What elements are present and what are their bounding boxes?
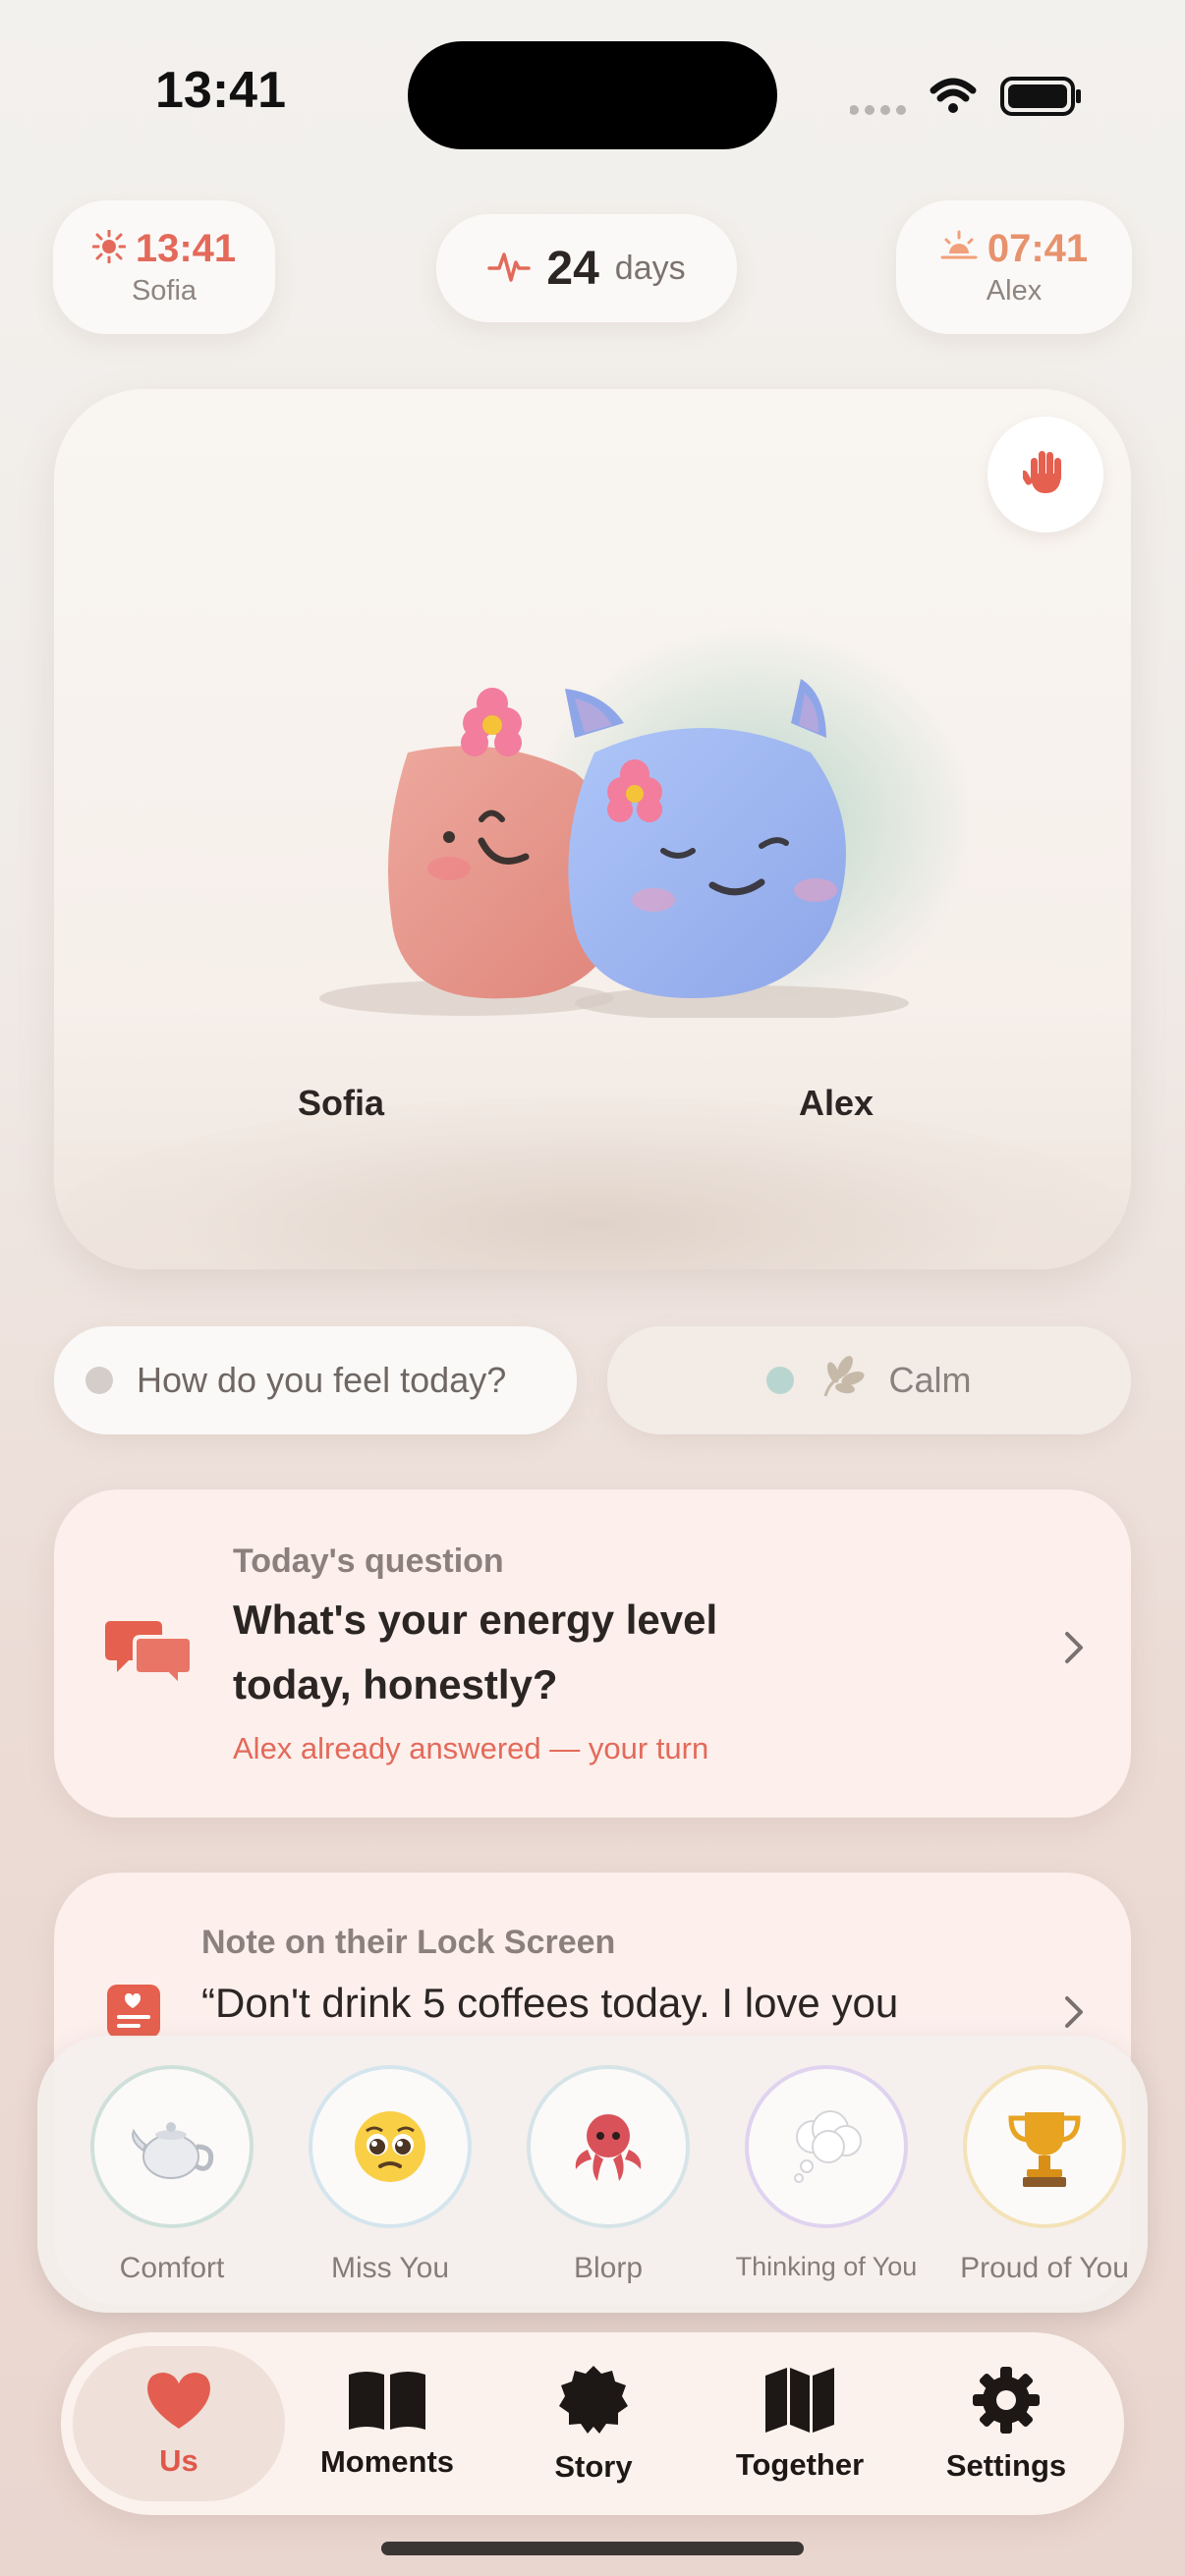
heartbeat-icon [487, 247, 532, 291]
heart-icon [144, 2370, 213, 2436]
chevron-right-icon [1061, 1625, 1087, 1679]
tab-story[interactable]: Story [487, 2346, 700, 2501]
question-title-line-2: today, honestly? [233, 1661, 558, 1708]
home-indicator[interactable] [381, 2542, 804, 2555]
tab-settings-label: Settings [945, 2447, 1067, 2483]
cellular-signal-icon [849, 105, 906, 115]
tab-settings[interactable]: Settings [900, 2346, 1112, 2501]
alex-time: 07:41 [987, 227, 1089, 270]
couple-hero-card[interactable]: Sofia Alex [54, 389, 1131, 1269]
tab-together[interactable]: Together [694, 2346, 906, 2501]
days-together-counter[interactable]: 24 days [436, 214, 737, 322]
sun-icon [91, 229, 127, 268]
hero-sofia-label: Sofia [298, 1083, 385, 1123]
leaf-icon [816, 1353, 867, 1409]
hand-wave-icon [1020, 448, 1068, 502]
sofia-time: 13:41 [135, 227, 237, 270]
note-text: “Don't drink 5 coffees today. I love you [201, 1980, 899, 2026]
sofia-local-time[interactable]: 13:41 Sofia [53, 200, 275, 334]
hero-floor-shadow [54, 1096, 1131, 1269]
reaction-comfort-label: Comfort [119, 2252, 225, 2284]
tab-story-label: Story [554, 2448, 633, 2484]
teapot-icon [90, 2065, 254, 2228]
question-kicker: Today's question [233, 1542, 504, 1580]
trophy-icon [963, 2065, 1126, 2228]
map-icon [763, 2366, 836, 2439]
reaction-miss-you[interactable]: Miss You [281, 2065, 499, 2285]
days-count: 24 [546, 242, 599, 295]
reaction-blorp[interactable]: Blorp [499, 2065, 717, 2285]
reaction-proud-of-you[interactable]: Proud of You [935, 2065, 1154, 2285]
book-icon [347, 2369, 427, 2436]
pleading-face-icon [309, 2065, 472, 2228]
mood-prompt: How do you feel today? [137, 1360, 507, 1400]
tab-us[interactable]: Us [73, 2346, 285, 2501]
sofia-name: Sofia [131, 275, 198, 307]
alex-name: Alex [986, 275, 1043, 307]
partner-mood-dot [766, 1367, 795, 1394]
chevron-right-icon [1061, 1992, 1087, 2037]
thought-bubble-icon [745, 2065, 908, 2228]
todays-question-card[interactable]: Today's question What's your energy leve… [54, 1489, 1131, 1818]
days-label: days [614, 249, 686, 287]
reaction-blorp-label: Blorp [573, 2252, 644, 2284]
reaction-thinking-of-you[interactable]: Thinking of You [717, 2065, 935, 2282]
quick-reactions-tray[interactable]: Comfort Miss You Blorp Thinking of You P… [37, 2036, 1148, 2313]
status-bar-time: 13:41 [155, 62, 286, 119]
flower-left [461, 688, 522, 756]
chat-bubbles-icon [105, 1615, 194, 1693]
tab-moments-label: Moments [319, 2443, 455, 2479]
reaction-proud-label: Proud of You [960, 2252, 1129, 2284]
couple-blobs-illustration [319, 625, 968, 1018]
question-status: Alex already answered — your turn [233, 1731, 709, 1765]
sunrise-icon [940, 230, 978, 268]
partner-mood-pill[interactable]: Calm [607, 1326, 1131, 1434]
reaction-comfort[interactable]: Comfort [63, 2065, 281, 2285]
mood-check-in-button[interactable]: How do you feel today? [54, 1326, 577, 1434]
tab-together-label: Together [735, 2446, 865, 2482]
reaction-miss-you-label: Miss You [330, 2252, 450, 2284]
bottom-tab-bar: Us Moments Story Together Settings [61, 2332, 1124, 2515]
reaction-thinking-label: Thinking of You [735, 2252, 918, 2281]
tab-us-label: Us [159, 2442, 198, 2478]
dynamic-island [408, 41, 777, 149]
hero-alex-label: Alex [799, 1083, 875, 1123]
note-kicker: Note on their Lock Screen [201, 1924, 616, 1961]
tab-moments[interactable]: Moments [281, 2346, 493, 2501]
wifi-icon [930, 78, 977, 113]
question-title-line-1: What's your energy level [233, 1596, 718, 1643]
octopus-icon [527, 2065, 690, 2228]
status-icons [849, 71, 1086, 118]
alex-local-time[interactable]: 07:41 Alex [896, 200, 1132, 334]
mood-status-dot [85, 1367, 113, 1394]
partner-mood-label: Calm [888, 1360, 972, 1400]
battery-icon [1000, 77, 1081, 116]
gear-icon [971, 2365, 1042, 2440]
badge-icon [557, 2364, 630, 2441]
wave-button[interactable] [988, 417, 1103, 532]
